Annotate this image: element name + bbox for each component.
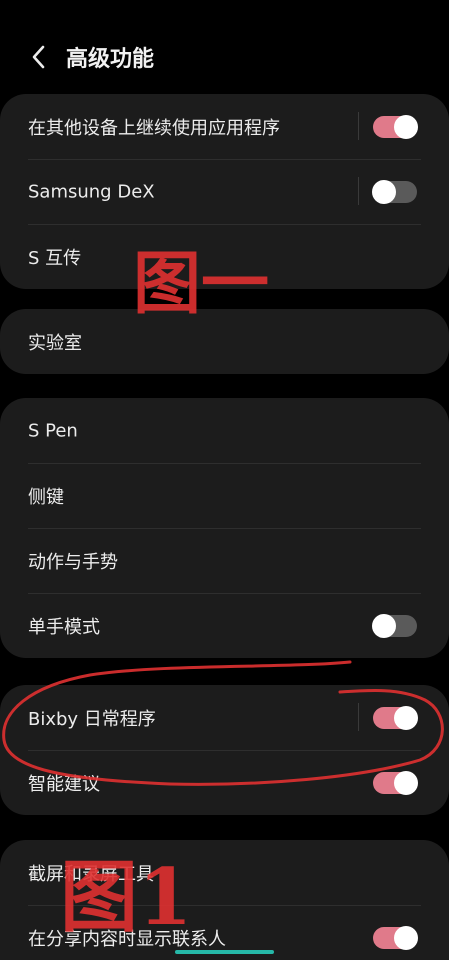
continue-apps-on-other-devices-item[interactable]: 在其他设备上继续使用应用程序 [0,94,449,159]
item-label: 单手模式 [28,616,100,638]
smart-suggestions-toggle[interactable] [373,770,418,795]
item-label: Bixby 日常程序 [28,708,156,730]
toggle-knob [394,114,418,139]
item-label: S Pen [28,420,78,441]
divider [358,177,359,205]
item-label: 动作与手势 [28,551,118,573]
toggle-knob [394,770,418,795]
annotation-label-1: 图一 [133,244,270,324]
divider [358,703,359,731]
annotation-label-2: 图1 [60,852,193,943]
item-label: S 互传 [28,247,82,269]
toggle-knob [394,925,418,950]
header-bar: 高级功能 [0,28,449,86]
s-pen-item[interactable]: S Pen [0,398,449,463]
item-label: Samsung DeX [28,181,155,202]
toggle-knob [372,179,396,204]
settings-group-bixby: Bixby 日常程序 智能建议 [0,685,449,815]
item-label: 侧键 [28,486,64,508]
samsung-dex-item[interactable]: Samsung DeX [0,159,449,224]
item-label: 实验室 [28,332,82,354]
toggle-knob [372,613,396,638]
side-key-item[interactable]: 侧键 [0,463,449,528]
divider [358,112,359,140]
back-button[interactable] [26,42,54,72]
chevron-left-icon [32,45,45,69]
samsung-dex-toggle[interactable] [372,179,417,204]
one-handed-mode-toggle[interactable] [372,613,417,638]
item-label: 智能建议 [28,773,100,795]
bixby-routines-item[interactable]: Bixby 日常程序 [0,685,449,750]
show-contacts-toggle[interactable] [373,925,418,950]
page-title: 高级功能 [66,47,155,72]
smart-suggestions-item[interactable]: 智能建议 [0,750,449,815]
gesture-navigation-handle[interactable] [175,950,274,954]
toggle-knob [394,705,418,730]
continue-apps-toggle[interactable] [373,114,418,139]
one-handed-mode-item[interactable]: 单手模式 [0,593,449,658]
settings-group-input: S Pen 侧键 动作与手势 单手模式 [0,398,449,658]
bixby-routines-toggle[interactable] [373,705,418,730]
motions-gestures-item[interactable]: 动作与手势 [0,528,449,593]
item-label: 在其他设备上继续使用应用程序 [28,117,280,139]
